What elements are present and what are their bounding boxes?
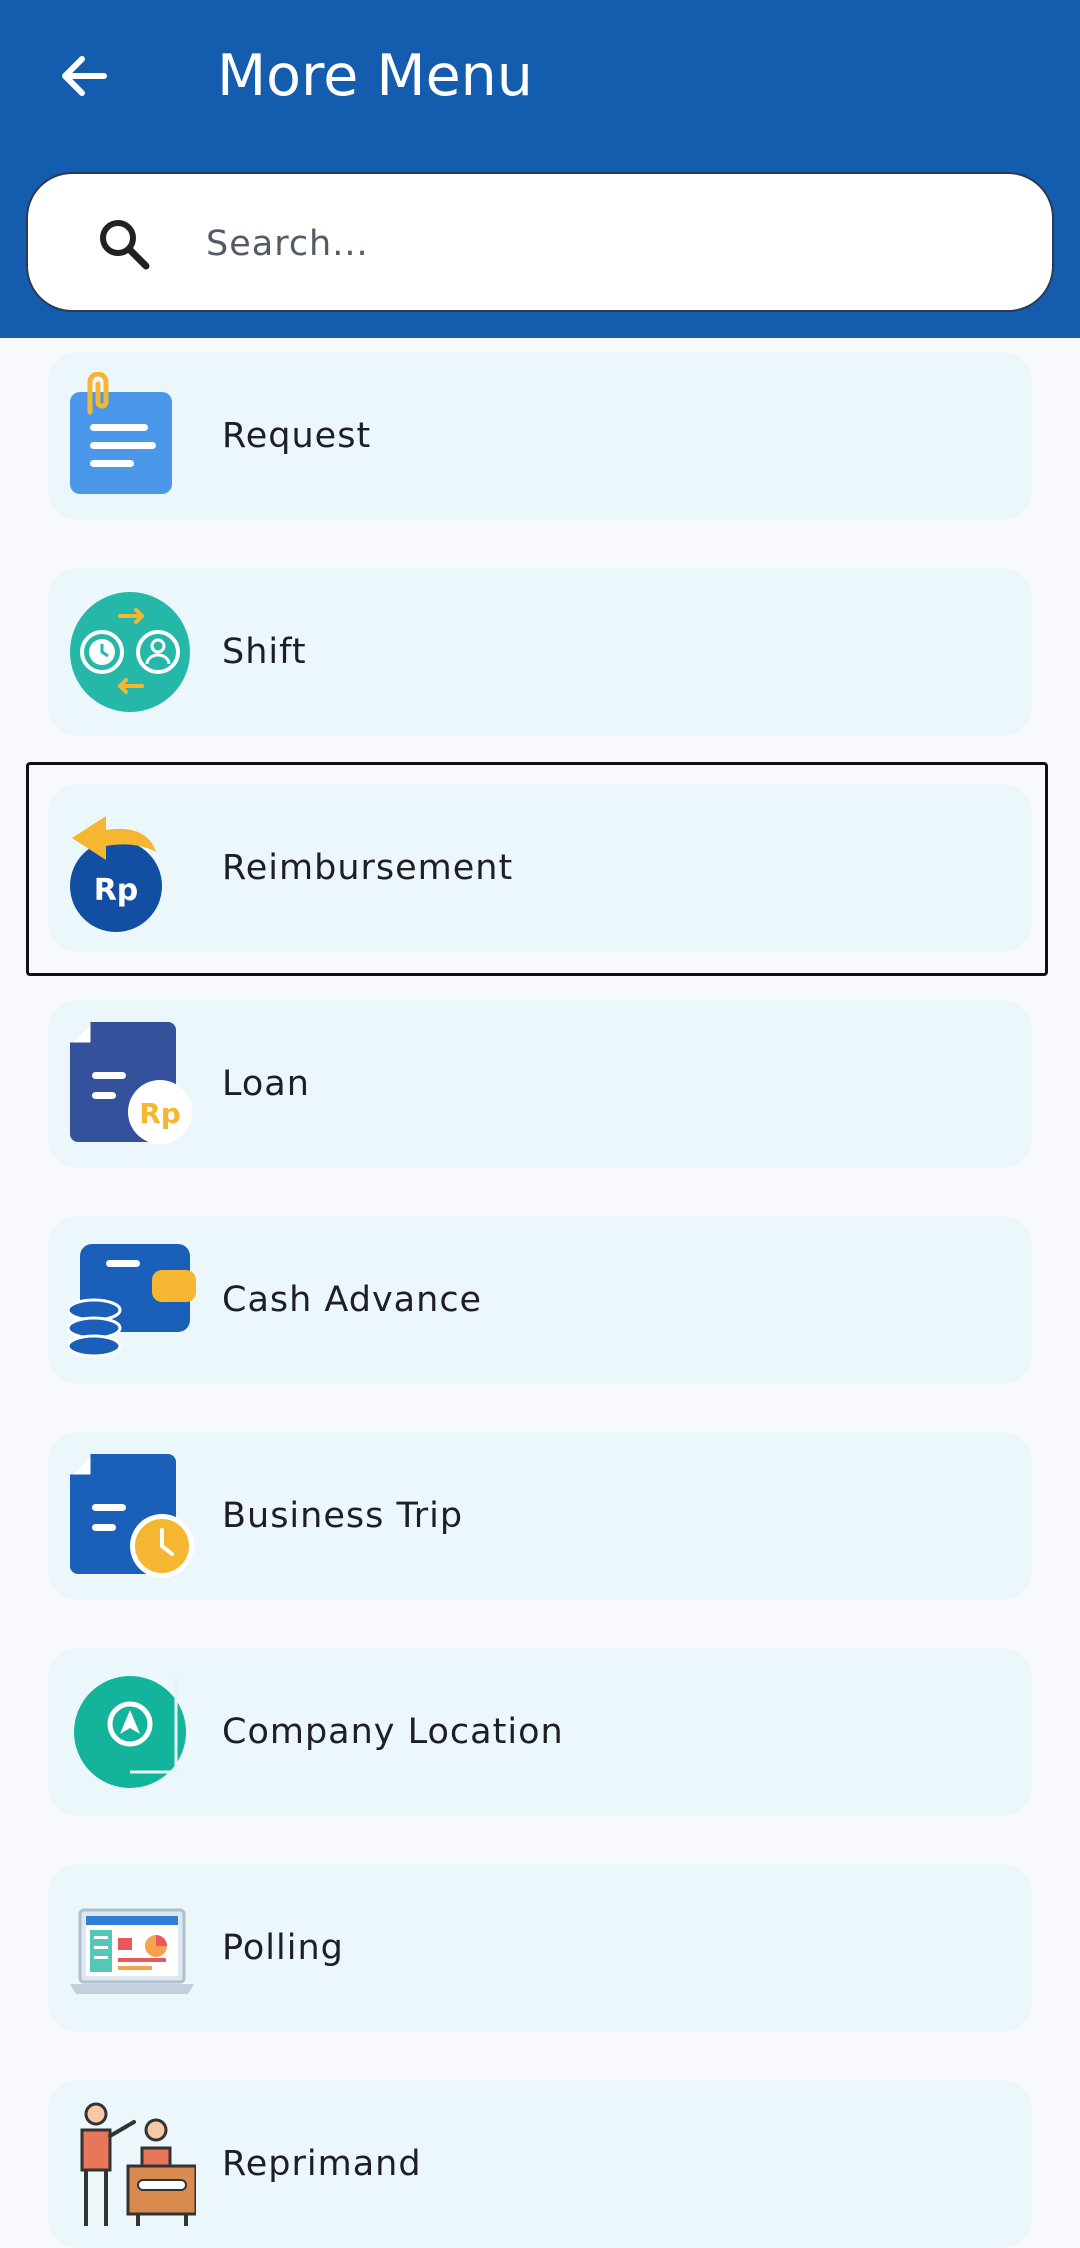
- app-header: More Menu: [0, 0, 1080, 338]
- menu-item-label: Shift: [222, 632, 307, 672]
- menu-item-label: Business Trip: [222, 1496, 464, 1536]
- svg-text:Rp: Rp: [94, 873, 139, 908]
- menu-item-company-location[interactable]: Company Location: [48, 1648, 1032, 1816]
- back-button[interactable]: [52, 44, 116, 108]
- request-document-icon: [70, 372, 172, 494]
- menu-item-shift[interactable]: Shift: [48, 568, 1032, 736]
- menu-item-business-trip[interactable]: Business Trip: [48, 1432, 1032, 1600]
- reprimand-people-icon: [80, 2102, 196, 2226]
- menu-item-polling[interactable]: Polling: [48, 1864, 1032, 2032]
- search-icon: [100, 220, 150, 270]
- menu-item-request[interactable]: Request: [48, 352, 1032, 520]
- menu-item-cash-advance[interactable]: Cash Advance: [48, 1216, 1032, 1384]
- menu-item-reprimand[interactable]: Reprimand: [48, 2080, 1032, 2248]
- location-compass-icon: [74, 1676, 186, 1788]
- menu-item-label: Company Location: [222, 1712, 564, 1752]
- menu-item-label: Loan: [222, 1064, 310, 1104]
- menu-item-label: Request: [222, 416, 372, 456]
- reimbursement-rp-icon: Rp: [70, 816, 162, 932]
- arrow-left-icon: [62, 56, 107, 96]
- search-input[interactable]: [206, 208, 1006, 280]
- menu-item-reimbursement[interactable]: Rp Reimbursement: [48, 784, 1032, 952]
- wallet-coins-icon: [68, 1244, 196, 1358]
- menu-item-label: Reprimand: [222, 2144, 422, 2184]
- document-clock-icon: [70, 1454, 194, 1578]
- shift-swap-icon: [70, 592, 190, 712]
- menu-item-label: Reimbursement: [222, 848, 514, 888]
- page-title: More Menu: [217, 43, 533, 109]
- menu-item-label: Polling: [222, 1928, 344, 1968]
- menu-item-label: Cash Advance: [222, 1280, 483, 1320]
- menu-item-loan[interactable]: Rp Loan: [48, 1000, 1032, 1168]
- svg-text:Rp: Rp: [139, 1097, 181, 1130]
- laptop-chart-icon: [70, 1908, 194, 1994]
- search-bar[interactable]: [26, 172, 1054, 312]
- loan-document-rp-icon: Rp: [70, 1022, 192, 1144]
